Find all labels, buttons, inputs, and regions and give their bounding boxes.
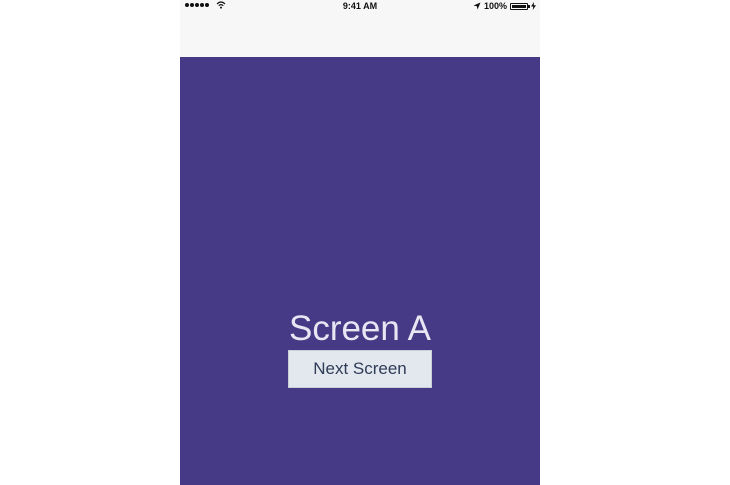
location-icon: [473, 2, 481, 10]
navigation-bar: 9:41 AM 100%: [180, 0, 540, 57]
screen-content: Screen A Next Screen: [180, 57, 540, 485]
status-bar: 9:41 AM 100%: [180, 0, 540, 13]
charging-icon: [531, 2, 536, 10]
next-screen-button[interactable]: Next Screen: [288, 350, 432, 388]
status-right-group: 100%: [473, 0, 536, 12]
battery-percent: 100%: [483, 1, 507, 11]
battery-icon: [510, 2, 530, 10]
phone-screen: 9:41 AM 100% Screen A Next Screen: [180, 0, 540, 485]
screen-title: Screen A: [288, 309, 432, 348]
